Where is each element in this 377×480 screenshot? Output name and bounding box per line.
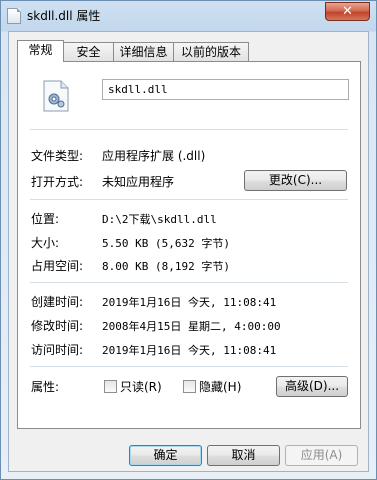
separator	[30, 366, 348, 367]
location-label: 位置:	[31, 212, 60, 226]
created-value: 2019年1月16日 今天, 11:08:41	[102, 296, 277, 309]
file-name-input[interactable]: skdll.dll	[102, 79, 349, 100]
modified-value: 2008年4月15日 星期二, 4:00:00	[102, 320, 281, 333]
tab-previous-versions[interactable]: 以前的版本	[173, 42, 249, 61]
created-label: 创建时间:	[31, 295, 84, 309]
tab-strip: 常规 安全 详细信息 以前的版本	[17, 40, 357, 62]
advanced-button[interactable]: 高级(D)...	[276, 376, 348, 397]
size-on-disk-value: 8.00 KB (8,192 字节)	[102, 260, 230, 273]
hidden-checkbox[interactable]	[183, 380, 196, 393]
cancel-button[interactable]: 取消	[207, 445, 280, 466]
tab-details[interactable]: 详细信息	[113, 42, 174, 61]
file-type-label: 文件类型:	[31, 149, 84, 163]
ok-button[interactable]: 确定	[129, 445, 202, 466]
separator	[30, 199, 348, 200]
general-tab-panel: skdll.dll 文件类型: 应用程序扩展 (.dll) 打开方式: 未知应用…	[17, 61, 361, 429]
tab-general[interactable]: 常规	[17, 40, 64, 62]
modified-label: 修改时间:	[31, 319, 84, 333]
readonly-checkbox[interactable]	[104, 380, 117, 393]
dll-file-icon	[43, 80, 69, 112]
window-title: skdll.dll 属性	[27, 9, 101, 23]
close-button[interactable]: ✕	[325, 2, 370, 21]
file-icon	[7, 8, 21, 24]
readonly-label[interactable]: 只读(R)	[120, 378, 162, 395]
location-value: D:\2下载\skdll.dll	[102, 213, 217, 226]
attributes-label: 属性:	[31, 380, 60, 394]
tab-security[interactable]: 安全	[63, 42, 114, 61]
opens-with-value: 未知应用程序	[102, 175, 175, 189]
change-button[interactable]: 更改(C)...	[244, 170, 347, 191]
accessed-value: 2019年1月16日 今天, 11:08:41	[102, 344, 277, 357]
hidden-label[interactable]: 隐藏(H)	[199, 378, 241, 395]
title-bar[interactable]: skdll.dll 属性 ✕	[1, 1, 376, 31]
file-type-value: 应用程序扩展 (.dll)	[102, 149, 206, 163]
properties-window: skdll.dll 属性 ✕ 常规 安全 详细信息 以前的版本 skdll.dl…	[0, 0, 377, 480]
apply-button[interactable]: 应用(A)	[285, 445, 358, 466]
dialog-client-area: 常规 安全 详细信息 以前的版本 skdll.dll 文件类型: 应用程序扩展 …	[8, 31, 369, 472]
size-label: 大小:	[31, 236, 60, 250]
size-value: 5.50 KB (5,632 字节)	[102, 237, 230, 250]
separator	[30, 129, 348, 130]
opens-with-label: 打开方式:	[31, 175, 84, 189]
size-on-disk-label: 占用空间:	[31, 259, 84, 273]
accessed-label: 访问时间:	[31, 343, 84, 357]
separator	[30, 282, 348, 283]
